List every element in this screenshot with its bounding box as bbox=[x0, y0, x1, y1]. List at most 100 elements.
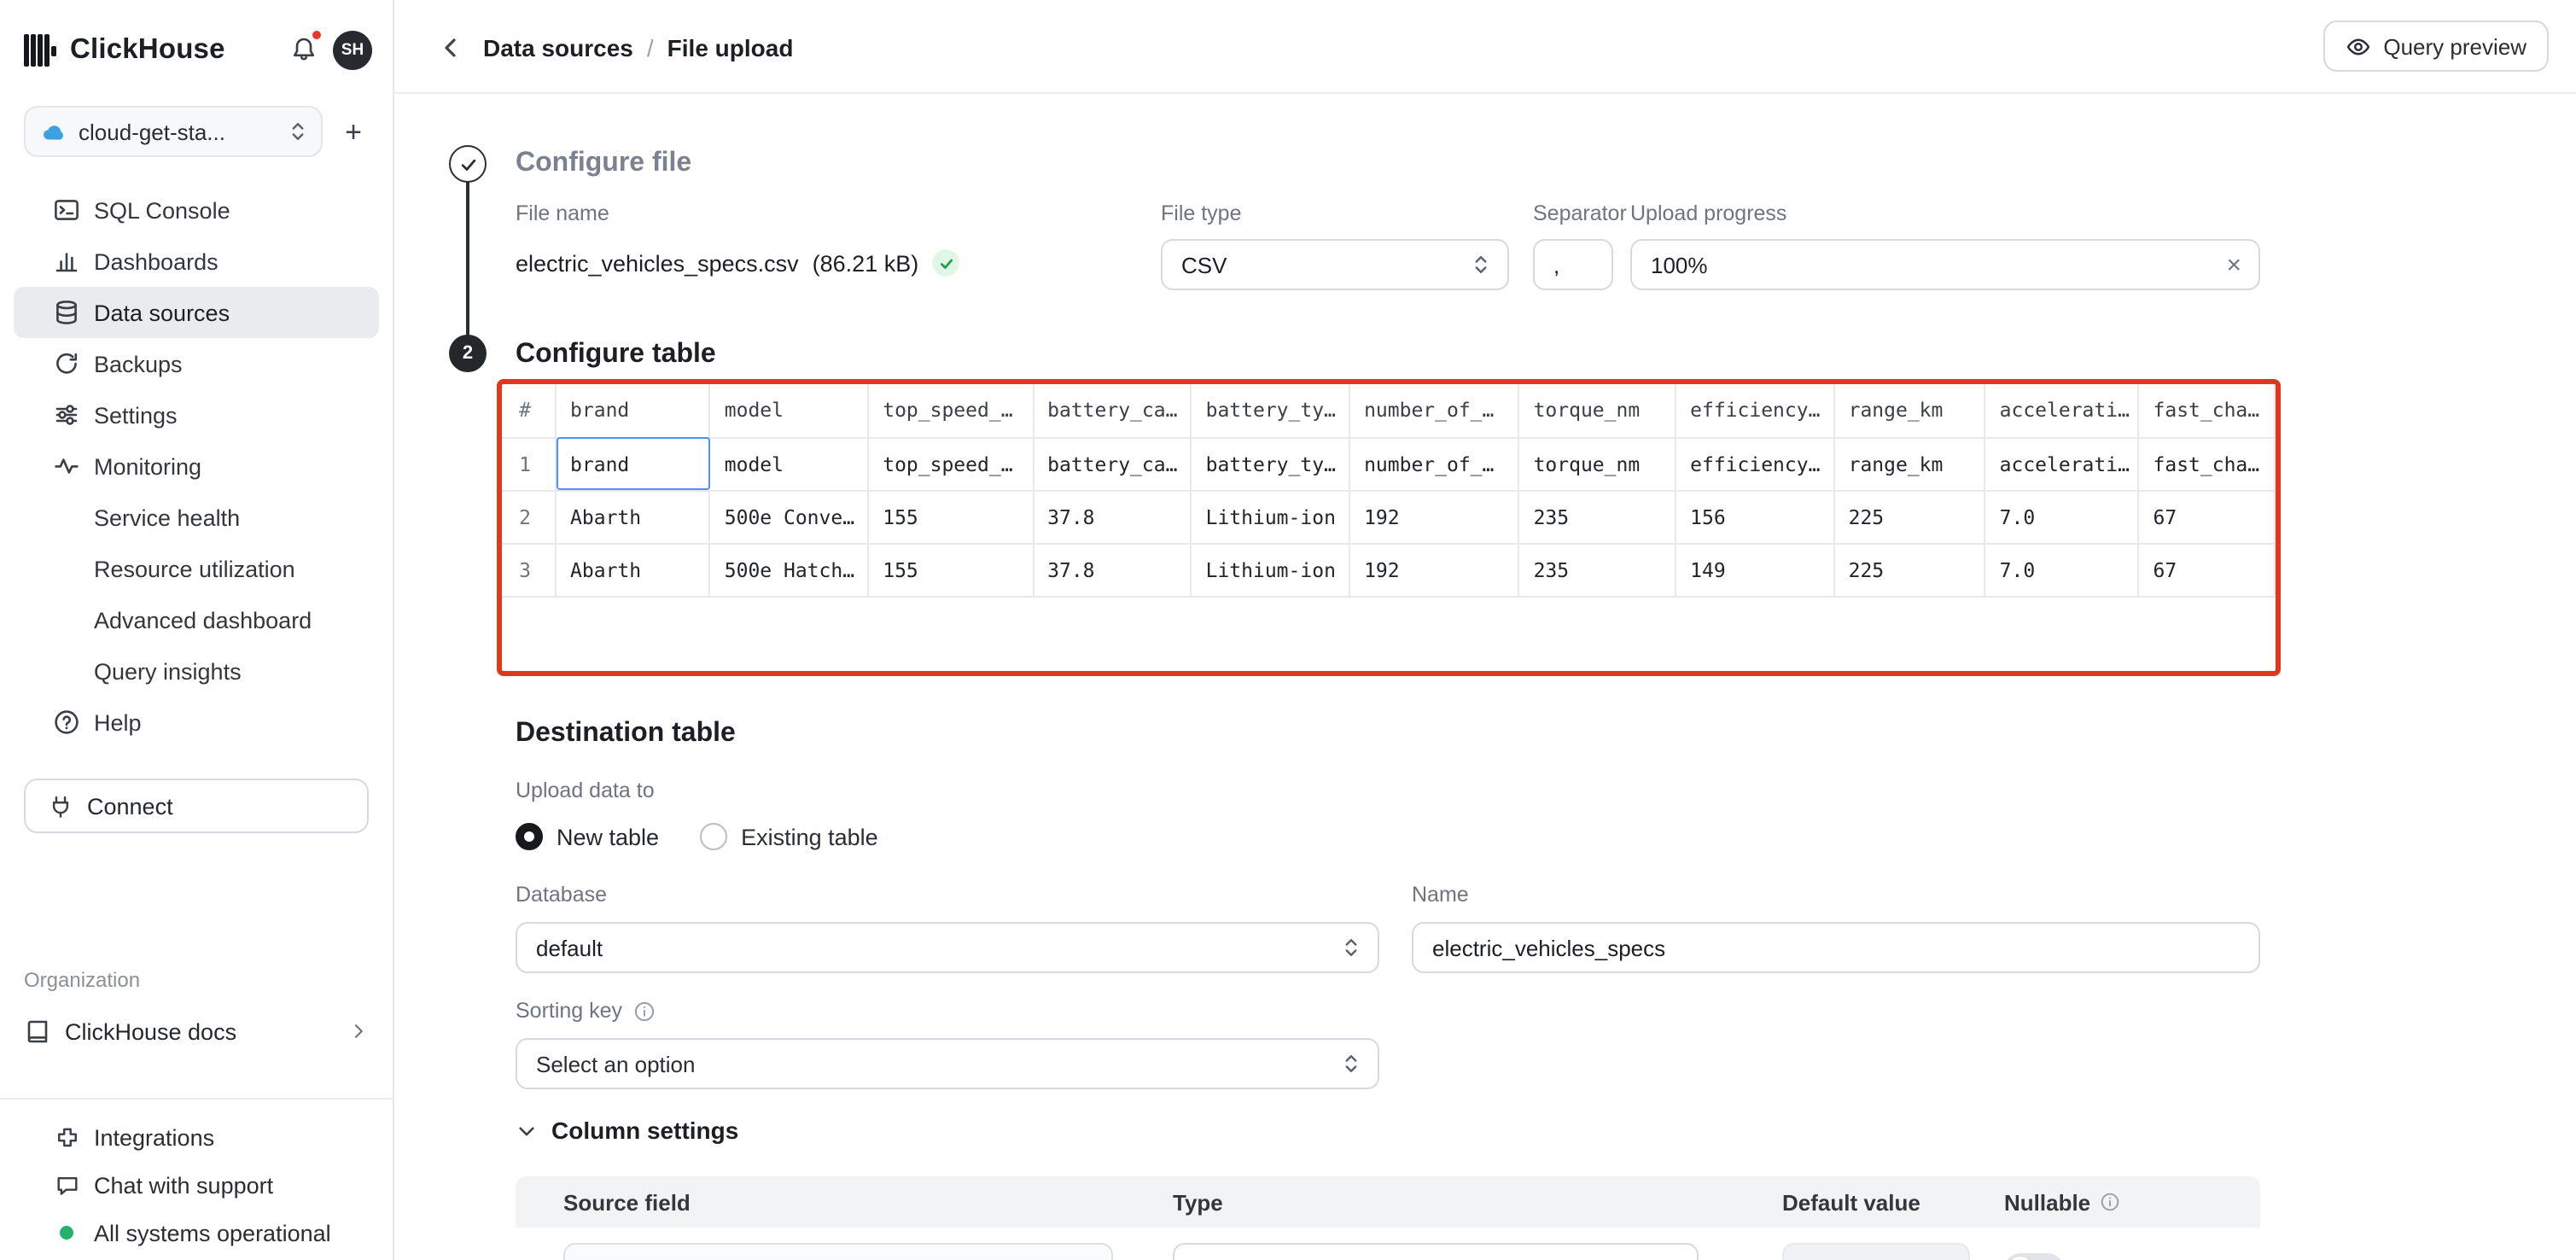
sidebar-item-label: Monitoring bbox=[94, 453, 201, 479]
preview-cell[interactable]: 192 bbox=[1349, 490, 1519, 543]
radio-existing-table-label[interactable]: Existing table bbox=[741, 824, 878, 849]
radio-new-table[interactable] bbox=[516, 823, 543, 850]
sidebar-item-monitoring[interactable]: Monitoring bbox=[14, 440, 379, 492]
preview-col-header: brand bbox=[556, 384, 710, 437]
preview-cell[interactable]: 225 bbox=[1834, 490, 1985, 543]
table-name-input[interactable]: electric_vehicles_specs bbox=[1412, 922, 2260, 973]
service-selector[interactable]: cloud-get-sta... bbox=[24, 106, 323, 157]
preview-cell[interactable]: brand bbox=[556, 437, 710, 490]
preview-cell[interactable]: Abarth bbox=[556, 543, 710, 596]
preview-cell[interactable]: efficiency… bbox=[1676, 437, 1833, 490]
radio-existing-table[interactable] bbox=[700, 823, 727, 850]
preview-cell[interactable]: top_speed_… bbox=[868, 437, 1033, 490]
notification-dot bbox=[311, 29, 323, 41]
back-button[interactable] bbox=[435, 32, 466, 63]
breadcrumb-data-sources[interactable]: Data sources bbox=[483, 33, 633, 61]
preview-cell[interactable]: Lithium-ion bbox=[1192, 543, 1349, 596]
sidebar-item-resource-utilization[interactable]: Resource utilization bbox=[14, 543, 379, 594]
separator-input[interactable]: , bbox=[1533, 239, 1613, 290]
sidebar-item-advanced-dashboard[interactable]: Advanced dashboard bbox=[14, 594, 379, 645]
preview-cell[interactable]: 7.0 bbox=[1985, 490, 2139, 543]
query-preview-button[interactable]: Query preview bbox=[2323, 20, 2549, 72]
preview-cell[interactable]: Lithium-ion bbox=[1192, 490, 1349, 543]
preview-cell[interactable]: Abarth bbox=[556, 490, 710, 543]
sidebar-item-query-insights[interactable]: Query insights bbox=[14, 645, 379, 697]
preview-col-header: # bbox=[502, 384, 556, 437]
preview-cell[interactable]: 192 bbox=[1349, 543, 1519, 596]
preview-cell[interactable]: 7.0 bbox=[1985, 543, 2139, 596]
sorting-key-select[interactable]: Select an option bbox=[516, 1038, 1379, 1089]
source-field-input[interactable]: brand bbox=[563, 1243, 1113, 1260]
radio-new-table-label[interactable]: New table bbox=[557, 824, 659, 849]
preview-cell[interactable]: range_km bbox=[1834, 437, 1985, 490]
main-content: Data sources / File upload Query preview… bbox=[394, 0, 2576, 1260]
preview-cell[interactable]: 235 bbox=[1519, 490, 1676, 543]
preview-cell[interactable]: torque_nm bbox=[1519, 437, 1676, 490]
type-select[interactable]: String bbox=[1173, 1243, 1699, 1260]
chevron-updown-icon bbox=[1472, 253, 1490, 277]
preview-cell[interactable]: 67 bbox=[2139, 490, 2276, 543]
system-status[interactable]: All systems operational bbox=[0, 1209, 393, 1257]
default-value-input[interactable] bbox=[1782, 1243, 1970, 1260]
preview-cell[interactable]: fast_cha… bbox=[2139, 437, 2276, 490]
column-settings-header-row: Source field Type Default value Nullable bbox=[516, 1176, 2260, 1228]
connect-button[interactable]: Connect bbox=[24, 779, 369, 833]
preview-cell[interactable]: battery_ca… bbox=[1033, 437, 1191, 490]
upload-data-to-label: Upload data to bbox=[516, 779, 655, 802]
preview-cell[interactable]: 155 bbox=[868, 490, 1033, 543]
nullable-toggle[interactable] bbox=[2004, 1252, 2064, 1260]
preview-cell[interactable]: number_of_… bbox=[1349, 437, 1519, 490]
upload-progress-label: Upload progress bbox=[1630, 201, 1786, 225]
nullable-header-row: Nullable bbox=[2004, 1189, 2233, 1215]
sidebar-item-settings[interactable]: Settings bbox=[14, 389, 379, 440]
preview-cell[interactable]: 37.8 bbox=[1033, 490, 1191, 543]
clear-icon[interactable]: × bbox=[2226, 252, 2241, 277]
preview-cell[interactable]: 500e Hatch… bbox=[710, 543, 868, 596]
sidebar-item-docs[interactable]: ClickHouse docs bbox=[0, 1006, 393, 1057]
sidebar-item-data-sources[interactable]: Data sources bbox=[14, 287, 379, 338]
preview-cell[interactable]: 156 bbox=[1676, 490, 1833, 543]
preview-cell[interactable]: 149 bbox=[1676, 543, 1833, 596]
preview-cell[interactable]: accelerati… bbox=[1985, 437, 2139, 490]
file-type-select[interactable]: CSV bbox=[1161, 239, 1509, 290]
sidebar-item-sql-console[interactable]: SQL Console bbox=[14, 184, 379, 236]
type-value: String bbox=[1193, 1256, 1661, 1260]
preview-cell[interactable]: model bbox=[710, 437, 868, 490]
preview-cell[interactable]: battery_ty… bbox=[1192, 437, 1349, 490]
sidebar-item-chat-support[interactable]: Chat with support bbox=[0, 1161, 393, 1209]
info-icon[interactable] bbox=[632, 1000, 655, 1022]
file-size: (86.21 kB) bbox=[813, 250, 919, 276]
preview-cell[interactable]: 155 bbox=[868, 543, 1033, 596]
info-icon[interactable] bbox=[2099, 1192, 2119, 1212]
preview-cell[interactable]: 67 bbox=[2139, 543, 2276, 596]
preview-cell[interactable]: 37.8 bbox=[1033, 543, 1191, 596]
breadcrumb-separator: / bbox=[647, 33, 654, 61]
table-highlight-box: #brandmodeltop_speed_…battery_ca…battery… bbox=[497, 379, 2281, 676]
sidebar-item-dashboards[interactable]: Dashboards bbox=[14, 236, 379, 287]
remove-column-icon[interactable]: × bbox=[2211, 1256, 2226, 1260]
activity-icon bbox=[53, 452, 80, 480]
database-label: Database bbox=[516, 883, 607, 907]
preview-cell[interactable]: 235 bbox=[1519, 543, 1676, 596]
column-settings-toggle[interactable]: Column settings bbox=[516, 1117, 738, 1144]
preview-cell[interactable]: 225 bbox=[1834, 543, 1985, 596]
sidebar-item-backups[interactable]: Backups bbox=[14, 338, 379, 389]
clickhouse-logo bbox=[24, 32, 56, 67]
app: ClickHouse SH cloud-get-sta... + bbox=[0, 0, 2576, 1260]
sidebar-item-label: Settings bbox=[94, 402, 178, 428]
status-dot bbox=[60, 1226, 73, 1240]
chevron-updown-icon bbox=[1661, 1257, 1680, 1260]
upload-progress-input[interactable]: 100% × bbox=[1630, 239, 2260, 290]
upload-success-icon bbox=[932, 249, 959, 277]
sidebar-item-integrations[interactable]: Integrations bbox=[0, 1113, 393, 1161]
sidebar-item-service-health[interactable]: Service health bbox=[14, 492, 379, 543]
sidebar-item-help[interactable]: Help bbox=[14, 697, 379, 748]
database-select[interactable]: default bbox=[516, 922, 1379, 973]
preview-row: 2Abarth500e Conve…15537.8Lithium-ion1922… bbox=[502, 490, 2275, 543]
avatar[interactable]: SH bbox=[333, 30, 372, 69]
add-service-button[interactable]: + bbox=[331, 109, 376, 154]
column-settings-label: Column settings bbox=[551, 1117, 738, 1144]
notifications-bell-icon[interactable] bbox=[288, 34, 319, 65]
preview-cell[interactable]: 500e Conve… bbox=[710, 490, 868, 543]
sorting-key-label: Sorting key bbox=[516, 999, 622, 1023]
